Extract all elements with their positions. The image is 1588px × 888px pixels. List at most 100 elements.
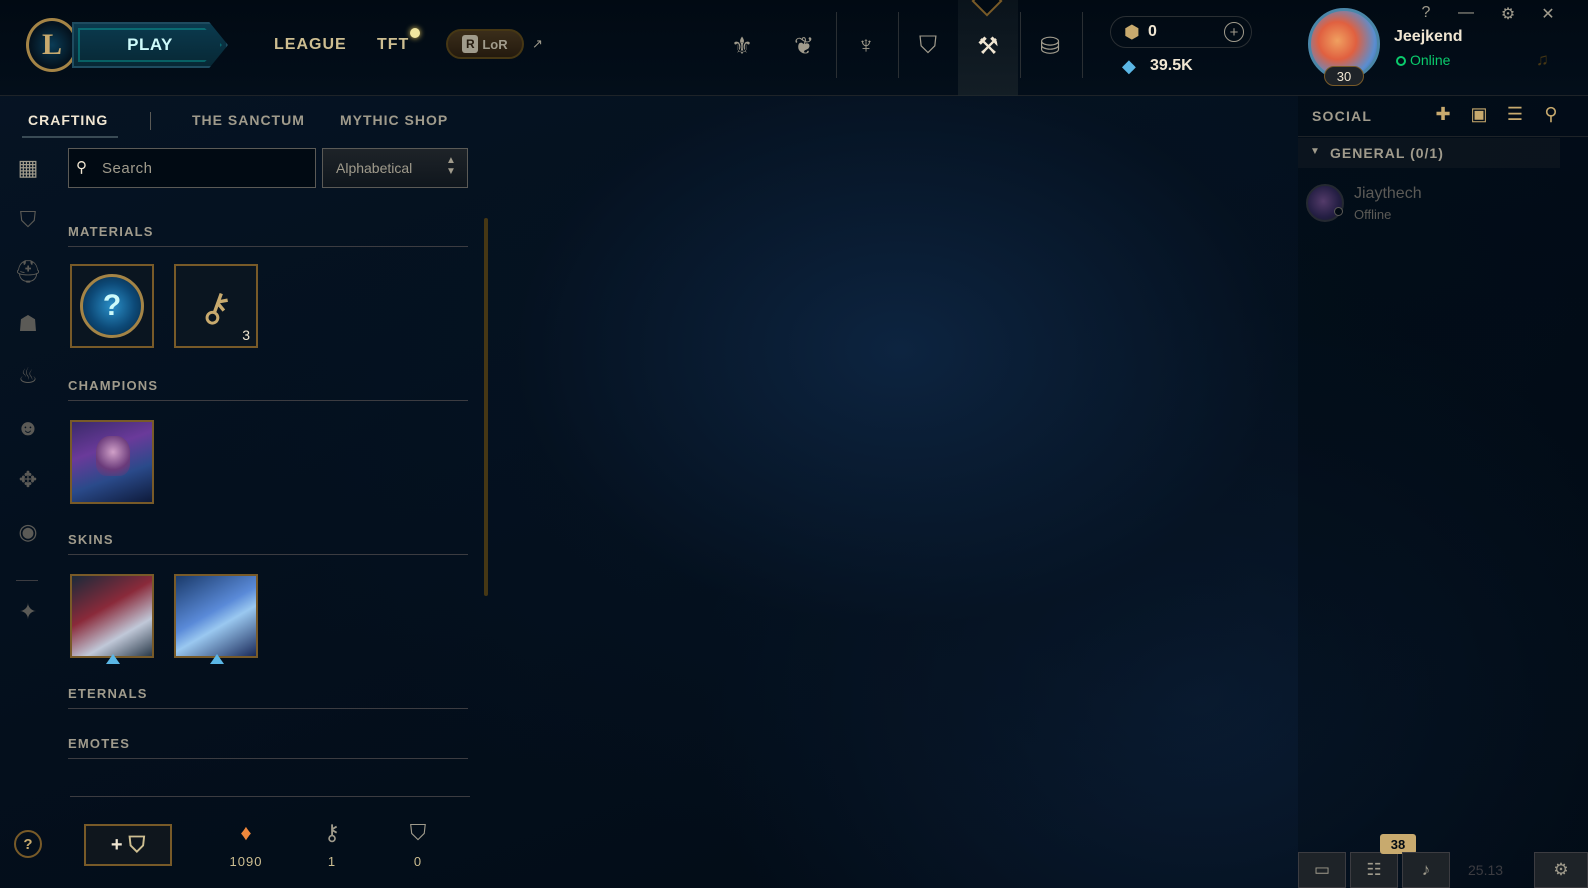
subnav-divider: [150, 112, 151, 130]
icon-divider: [1020, 12, 1021, 78]
add-friend-icon[interactable]: ✚: [1430, 104, 1456, 125]
nav-tft[interactable]: TFT: [377, 36, 409, 54]
nav-league[interactable]: LEAGUE: [274, 36, 347, 54]
item-count: 3: [242, 327, 250, 343]
microphone-icon: ♪: [1421, 860, 1431, 879]
chat-icon: ▭: [1313, 860, 1331, 879]
loot-item-skin-shard-1[interactable]: [70, 574, 154, 658]
loot-item-mystery-orb[interactable]: ?: [70, 264, 154, 348]
scrollbar-thumb[interactable]: [484, 218, 488, 596]
lor-launch-button[interactable]: R LoR: [446, 29, 524, 59]
tab-crafting[interactable]: CRAFTING: [28, 112, 108, 128]
skin-rarity-icon: [106, 654, 120, 664]
champion-portrait-image: [96, 436, 130, 476]
special-icon[interactable]: ✦: [14, 598, 42, 626]
settings-gear-icon: ⚙: [1553, 860, 1569, 879]
lor-label: LoR: [482, 36, 508, 52]
close-icon[interactable]: ✕: [1538, 4, 1558, 24]
external-link-icon: ↗: [532, 36, 543, 51]
icon-divider: [836, 12, 837, 78]
skin-icon[interactable]: ☗: [14, 310, 42, 338]
home-icon[interactable]: ⚜: [724, 26, 760, 66]
collection-icon[interactable]: ⛉: [910, 26, 946, 66]
clash-icon[interactable]: ♆: [848, 26, 884, 66]
online-status-icon: [1396, 56, 1406, 66]
status-text[interactable]: Online: [1410, 52, 1450, 68]
loot-item-hextech-key[interactable]: ⚷ 3: [174, 264, 258, 348]
help-icon[interactable]: ?: [14, 830, 42, 858]
rp-value: 0: [1148, 23, 1157, 40]
section-divider: [68, 246, 468, 247]
sidebar-divider: [16, 580, 38, 581]
missions-button[interactable]: ☷: [1350, 852, 1398, 888]
mystery-orb-icon: ?: [80, 274, 144, 338]
chevron-down-icon: ▼: [1310, 146, 1320, 157]
chest-icon[interactable]: ⛉: [14, 206, 42, 234]
section-divider: [68, 758, 468, 759]
emote-icon[interactable]: ☻: [14, 414, 42, 442]
chest-stat: ⛉ 0: [388, 818, 448, 869]
lor-logo-icon: R: [462, 35, 479, 53]
be-value: 39.5K: [1150, 57, 1193, 74]
section-eternals-title: ETERNALS: [68, 686, 148, 701]
friend-avatar[interactable]: [1306, 184, 1344, 222]
settings-icon[interactable]: ⚙: [1498, 4, 1518, 24]
key-icon: ⚷: [194, 282, 238, 334]
offline-status-icon: [1334, 207, 1343, 216]
play-label: PLAY: [127, 35, 173, 54]
notification-bell-icon[interactable]: ♫: [1536, 50, 1549, 70]
help-icon[interactable]: ?: [1416, 4, 1436, 22]
key-fragment-icon: ⚷: [323, 820, 341, 845]
store-icon[interactable]: ⛁: [1032, 26, 1068, 66]
client-version: 25.13: [1468, 862, 1504, 878]
plus-icon: +: [110, 833, 123, 856]
orange-essence-value: 1090: [229, 854, 263, 869]
friend-status: Offline: [1354, 207, 1392, 222]
chat-button[interactable]: ▭: [1298, 852, 1346, 888]
play-button[interactable]: PLAY: [72, 22, 228, 68]
chest-stat-value: 0: [413, 854, 423, 869]
section-materials-title: MATERIALS: [68, 224, 154, 239]
section-champions-title: CHAMPIONS: [68, 378, 159, 393]
riot-points-icon: ⬢: [1124, 22, 1140, 42]
minimize-icon[interactable]: —: [1456, 4, 1476, 22]
blue-essence-icon: ◆: [1122, 56, 1136, 76]
chest-stat-icon: ⛉: [409, 820, 427, 845]
orange-essence-icon: ♦: [240, 820, 252, 845]
search-icon: ⚲: [76, 159, 87, 176]
search-friend-icon[interactable]: ⚲: [1538, 104, 1564, 125]
voice-button[interactable]: ♪: [1402, 852, 1450, 888]
orange-essence-stat: ♦ 1090: [216, 818, 276, 869]
tab-the-sanctum[interactable]: THE SANCTUM: [192, 112, 305, 128]
icon-divider: [1082, 12, 1083, 78]
key-fragment-stat: ⚷ 1: [302, 818, 362, 869]
loot-item-skin-shard-2[interactable]: [174, 574, 258, 658]
search-placeholder: Search: [102, 160, 153, 177]
add-folder-icon[interactable]: ▣: [1466, 104, 1492, 125]
champion-icon[interactable]: ⛑: [14, 258, 42, 286]
add-chest-button[interactable]: + ⛉: [84, 824, 172, 866]
league-logo[interactable]: L: [26, 18, 78, 72]
social-divider: [1298, 136, 1588, 137]
tft-notification-dot: [410, 28, 420, 38]
level-badge: 30: [1324, 66, 1364, 86]
all-loot-icon[interactable]: ▦: [14, 154, 42, 182]
bug-report-button[interactable]: ⚙: [1534, 852, 1588, 888]
section-divider: [68, 400, 468, 401]
section-emotes-title: EMOTES: [68, 736, 131, 751]
tab-mythic-shop[interactable]: MYTHIC SHOP: [340, 112, 448, 128]
tft-icon[interactable]: ❦: [786, 26, 822, 66]
mystery-orb-glyph: ?: [102, 289, 122, 322]
username[interactable]: Jeejkend: [1394, 28, 1462, 46]
eternals-icon[interactable]: ✥: [14, 466, 42, 494]
notification-count-badge: 38: [1380, 834, 1416, 854]
icons-icon[interactable]: ◉: [14, 518, 42, 546]
buy-rp-button[interactable]: +: [1224, 22, 1244, 42]
friend-group-title: GENERAL (0/1): [1330, 145, 1444, 161]
list-icon[interactable]: ☰: [1502, 104, 1528, 125]
loot-item-champion-shard[interactable]: [70, 420, 154, 504]
active-tab-underline: [22, 136, 118, 138]
ward-icon[interactable]: ♨: [14, 362, 42, 390]
loot-icon[interactable]: ⚒: [970, 26, 1006, 66]
friend-name[interactable]: Jiaythech: [1354, 185, 1422, 203]
